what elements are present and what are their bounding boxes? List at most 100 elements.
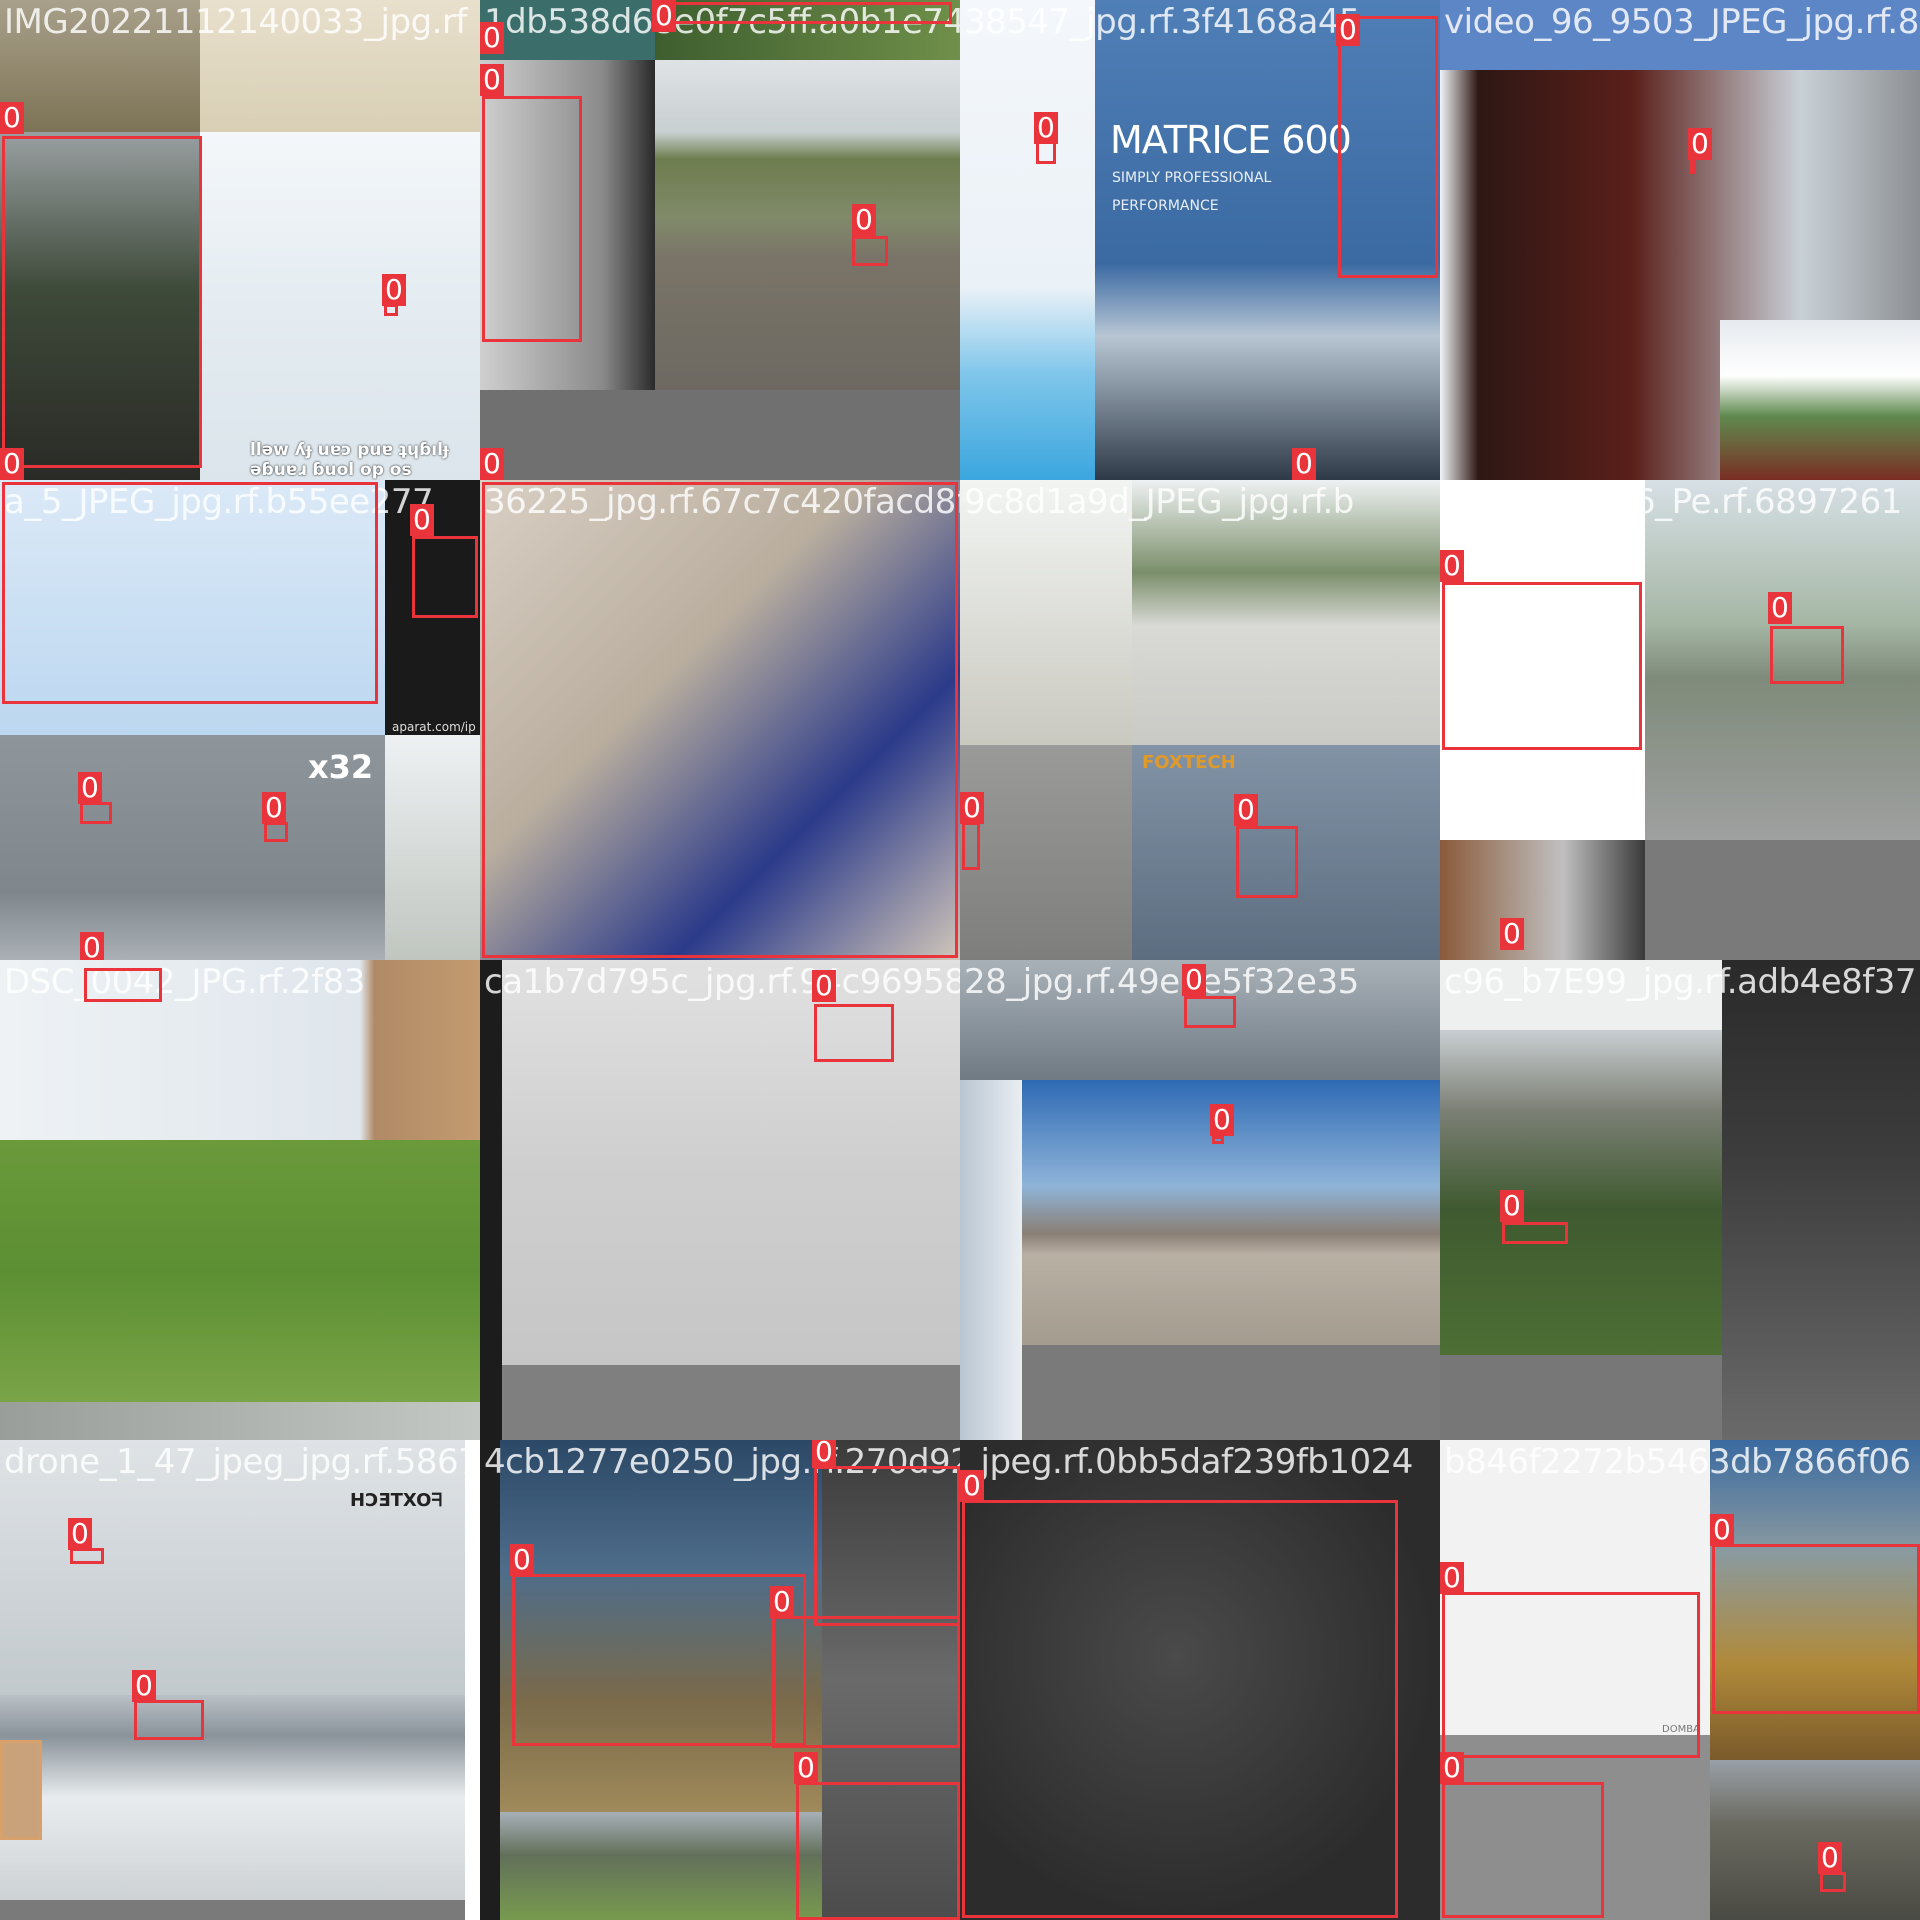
detection-box [70, 1548, 104, 1564]
detection-class-label: 0 [1034, 112, 1058, 144]
tile-caption: drone_1_47_jpeg_jpg.rf.586706 [4, 1442, 480, 1482]
detection-class-label: 0 [0, 448, 24, 480]
photo-region [0, 1740, 42, 1840]
detection-class-label: 0 [1182, 964, 1206, 996]
detection-box [482, 96, 582, 342]
photo-region [500, 1812, 822, 1920]
detection-box [1442, 582, 1642, 750]
detection-box [796, 1782, 960, 1920]
detection-class-label: 0 [770, 1586, 794, 1618]
tile-caption: 38547_jpg.rf.3f4168a45 [964, 2, 1361, 42]
photo-region [960, 0, 1095, 480]
banner-title: MATRICE 600 [1110, 118, 1352, 162]
detection-box [1502, 1222, 1568, 1244]
mosaic-tile: drone_1_47_jpeg_jpg.rf.586706 HƆƎTXOᖷ 0 … [0, 1440, 480, 1920]
detection-class-label: 0 [1440, 1752, 1464, 1784]
tile-caption: 28_jpg.rf.49e7e5f32e35 [964, 962, 1359, 1002]
mosaic-tile: 28_jpg.rf.49e7e5f32e35 0 0 [960, 960, 1440, 1440]
photo-region [960, 1080, 1022, 1440]
mosaic-tile: IMG20221112140033_jpg.rf lləw ʎɟ uɐɔ puɐ… [0, 0, 480, 480]
detection-box [1820, 1872, 1846, 1892]
detection-box [1770, 626, 1844, 684]
detection-class-label: 0 [410, 504, 434, 536]
detection-class-label: 0 [1818, 1842, 1842, 1874]
detection-class-label: 0 [960, 1470, 984, 1502]
photo-region [960, 745, 1132, 960]
detection-class-label: 0 [652, 0, 676, 32]
detection-box [482, 482, 958, 958]
detection-box [772, 1616, 960, 1748]
detection-box [1338, 16, 1438, 278]
photo-region [1440, 840, 1645, 960]
mosaic-tile: _jpeg.rf.0bb5daf239fb1024 0 [960, 1440, 1440, 1920]
detection-box [512, 1574, 806, 1746]
photo-region [0, 1695, 465, 1900]
detection-class-label: 0 [1768, 592, 1792, 624]
photo-region [480, 1440, 500, 1920]
detection-box [852, 236, 888, 266]
detection-box [1184, 996, 1236, 1028]
detection-mosaic: IMG20221112140033_jpg.rf lləw ʎɟ uɐɔ puɐ… [0, 0, 1920, 1920]
detection-class-label: 0 [1500, 1190, 1524, 1222]
detection-box [1212, 1136, 1224, 1144]
video-overlay-text: x32 [308, 748, 374, 786]
detection-box [1442, 1592, 1700, 1758]
detection-box [962, 822, 980, 870]
detection-box [134, 1700, 204, 1740]
tile-caption: video_96_9503_JPEG_jpg.rf.8 [1444, 2, 1919, 42]
mosaic-tile: 9c8d1a9d_JPEG_jpg.rf.b FOXTECH 0 0 [960, 480, 1440, 960]
detection-class-label: 0 [0, 102, 24, 134]
detection-class-label: 0 [1440, 1562, 1464, 1594]
detection-box [962, 1500, 1398, 1918]
detection-box [1442, 1782, 1604, 1918]
photo-region [1710, 1760, 1920, 1920]
detection-class-label: 0 [812, 1440, 836, 1468]
detection-class-label: 0 [68, 1518, 92, 1550]
mosaic-tile: b846f2272b5463db7866f06 DOMBA 0 0 0 0 [1440, 1440, 1920, 1920]
detection-class-label: 0 [1440, 550, 1464, 582]
detection-box [814, 1004, 894, 1062]
detection-class-label: 0 [1500, 918, 1524, 950]
photo-region [655, 60, 960, 390]
detection-class-label: 0 [510, 1544, 534, 1576]
tile-caption: c96_b7E99_jpg.rf.adb4e8f37 [1444, 962, 1917, 1002]
detection-class-label: 0 [852, 204, 876, 236]
photo-region [0, 1900, 465, 1920]
logo-text: HƆƎTXOᖷ [350, 1490, 443, 1511]
detection-box [814, 1466, 960, 1626]
detection-class-label: 0 [812, 970, 836, 1002]
detection-box [1236, 826, 1298, 898]
detection-box [80, 802, 112, 824]
photo-region [1022, 1345, 1440, 1440]
photo-region [480, 960, 502, 1440]
detection-class-label: 0 [1688, 128, 1712, 160]
mosaic-tile: 4cb1277e0250_jpg.rf.270d92b25fa58 0 0 0 … [480, 1440, 960, 1920]
photo-region [465, 1440, 480, 1920]
mosaic-tile: 38547_jpg.rf.3f4168a45 MATRICE 600 SIMPL… [960, 0, 1440, 480]
banner-subtitle: SIMPLY PROFESSIONAL [1112, 170, 1272, 186]
photo-region [200, 132, 480, 480]
detection-box [1712, 1544, 1920, 1714]
mosaic-tile: 1db538d68e0f7c5ff.a0b1e74 0 0 0 0 0 [480, 0, 960, 480]
detection-class-label: 0 [262, 792, 286, 824]
photo-region [0, 1402, 480, 1440]
photo-region [1440, 1030, 1722, 1355]
mosaic-tile: ca1b7d795c_jpg.rf.94c96958d0 0 [480, 960, 960, 1440]
mosaic-tile: DSC_0042_JPG.rf.2f83 [0, 960, 480, 1440]
video-subtitle: lləw ʎɟ uɐɔ puɐ ʇɥɓılɟ əɓuɐɹ ɓuol op os [250, 440, 449, 480]
detection-box [84, 968, 162, 1002]
tile-caption: D35_b01866_Pe.rf.6897261 [1444, 482, 1902, 522]
detection-class-label: 0 [78, 772, 102, 804]
detection-class-label: 0 [960, 792, 984, 824]
detection-class-label: 0 [132, 1670, 156, 1702]
mosaic-tile: a_5_JPEG_jpg.rf.b55ee277 x32 aparat.com/… [0, 480, 480, 960]
tile-caption: _jpeg.rf.0bb5daf239fb1024 [964, 1442, 1413, 1482]
tile-caption: ca1b7d795c_jpg.rf.94c96958d0 [484, 962, 960, 1002]
tile-caption: DSC_0042_JPG.rf.2f83 [4, 962, 365, 1002]
banner-subtitle: PERFORMANCE [1112, 198, 1219, 214]
watermark-text: aparat.com/ip [392, 720, 476, 734]
tile-caption: IMG20221112140033_jpg.rf [4, 2, 467, 42]
photo-region [385, 735, 480, 960]
detection-class-label: 0 [1336, 14, 1360, 46]
detection-class-label: 0 [1292, 448, 1316, 480]
